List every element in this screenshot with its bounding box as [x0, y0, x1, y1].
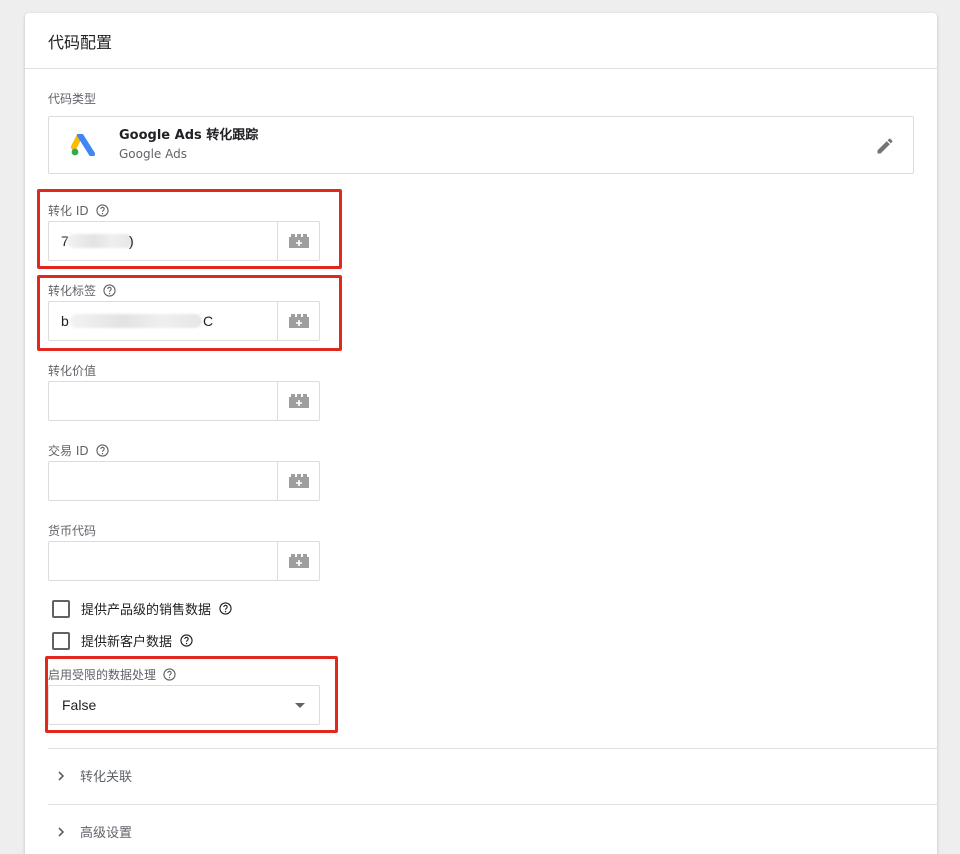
variable-picker-icon — [288, 234, 309, 248]
conversion-value-variable-button[interactable] — [278, 382, 319, 420]
tag-type-label: 代码类型 — [48, 92, 97, 106]
chevron-right-icon — [58, 826, 65, 837]
restricted-data-label: 启用受限的数据处理 — [48, 666, 176, 683]
checkbox-label: 提供产品级的销售数据 — [81, 603, 212, 618]
help-icon[interactable] — [163, 668, 176, 681]
tag-configuration-card: 代码配置 代码类型 Google Ads 转化跟踪 Google Ads 转化 … — [25, 13, 937, 854]
variable-picker-icon — [288, 474, 309, 488]
section-label: 高级设置 — [80, 826, 133, 841]
currency-code-label: 货币代码 — [48, 524, 97, 538]
pencil-icon[interactable] — [875, 136, 895, 156]
redacted-value — [67, 234, 133, 248]
dropdown-arrow-icon — [295, 703, 305, 708]
currency-code-input[interactable] — [49, 542, 278, 580]
transaction-id-field — [48, 461, 320, 501]
conversion-id-label: 转化 ID — [48, 202, 109, 219]
section-label: 转化关联 — [80, 770, 133, 785]
checkbox[interactable] — [52, 599, 70, 618]
google-ads-logo-icon — [71, 134, 95, 156]
help-icon[interactable] — [95, 444, 109, 457]
transaction-id-label: 交易 ID — [48, 442, 109, 459]
section-advanced-settings[interactable]: 高级设置 — [48, 822, 132, 841]
checkbox-product-sales[interactable]: 提供产品级的销售数据 — [52, 599, 232, 618]
restricted-data-select[interactable]: False — [48, 685, 320, 725]
conversion-value-field — [48, 381, 320, 421]
card-title: 代码配置 — [48, 32, 113, 52]
conversion-label-value-tail: C — [203, 313, 214, 329]
checkbox-new-customer[interactable]: 提供新客户数据 — [52, 631, 193, 650]
conversion-label-label: 转化标签 — [48, 282, 116, 299]
tag-type-texts: Google Ads 转化跟踪 Google Ads — [119, 127, 258, 163]
checkbox[interactable] — [52, 631, 70, 650]
help-icon[interactable] — [103, 284, 116, 297]
currency-code-variable-button[interactable] — [278, 542, 319, 580]
transaction-id-variable-button[interactable] — [278, 462, 319, 500]
tag-type-subtitle: Google Ads — [119, 147, 187, 161]
select-value: False — [62, 697, 97, 713]
conversion-value-input[interactable] — [49, 382, 278, 420]
conversion-value-label: 转化价值 — [48, 364, 97, 378]
checkbox-label: 提供新客户数据 — [81, 635, 173, 650]
conversion-label-variable-button[interactable] — [278, 302, 319, 340]
card-header: 代码配置 — [25, 13, 937, 69]
tag-type-name: Google Ads 转化跟踪 — [119, 128, 259, 143]
divider — [48, 748, 937, 749]
help-icon[interactable] — [95, 204, 109, 217]
redacted-value — [70, 314, 202, 328]
section-conversion-linker[interactable]: 转化关联 — [48, 766, 132, 785]
tag-type-selector[interactable]: Google Ads 转化跟踪 Google Ads — [48, 116, 914, 174]
variable-picker-icon — [288, 554, 309, 568]
transaction-id-input[interactable] — [49, 462, 278, 500]
help-icon[interactable] — [180, 634, 193, 647]
currency-code-field — [48, 541, 320, 581]
variable-picker-icon — [288, 394, 309, 408]
help-icon[interactable] — [219, 602, 232, 615]
chevron-right-icon — [58, 770, 65, 781]
divider — [48, 804, 937, 805]
conversion-id-variable-button[interactable] — [278, 222, 319, 260]
variable-picker-icon — [288, 314, 309, 328]
conversion-id-value-tail: ) — [129, 233, 134, 249]
